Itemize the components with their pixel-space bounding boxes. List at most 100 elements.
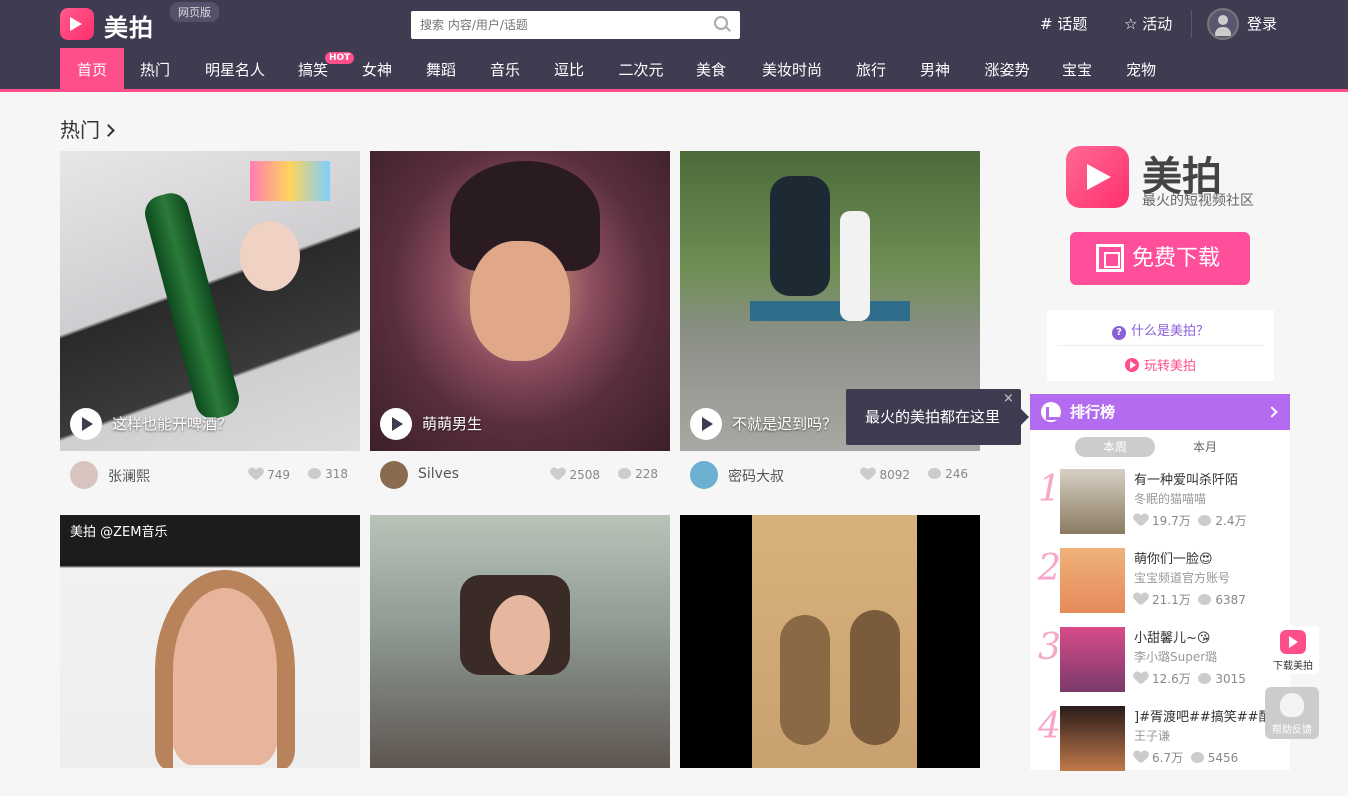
nav-item-hot[interactable]: 热门 xyxy=(132,48,178,92)
nav-item-baby[interactable]: 宝宝 xyxy=(1054,48,1100,92)
rank-stats: 12.6万 3015 xyxy=(1134,670,1246,687)
rank-number: 2 xyxy=(1038,548,1061,589)
nav-item-pets[interactable]: 宠物 xyxy=(1118,48,1164,92)
rank-title[interactable]: ]#胥渡吧##搞笑##配... xyxy=(1134,706,1284,725)
video-caption: 这样也能开啤酒？ xyxy=(112,415,233,433)
rank-thumbnail[interactable] xyxy=(1060,627,1125,692)
search-icon[interactable] xyxy=(714,16,728,30)
login-link[interactable]: 登录 xyxy=(1247,13,1277,34)
video-caption: 不就是迟到吗？ xyxy=(732,415,838,433)
nav-item-knowledge[interactable]: 涨姿势 xyxy=(976,48,1038,92)
what-is-label: 什么是美拍？ xyxy=(1130,324,1209,339)
heart-icon xyxy=(1134,751,1148,763)
avatar[interactable] xyxy=(70,461,98,489)
comment-count[interactable]: 318 xyxy=(308,467,348,481)
nav-item-music[interactable]: 音乐 xyxy=(482,48,528,92)
topic-link[interactable]: # 话题 xyxy=(1040,13,1087,34)
comment-value: 6387 xyxy=(1215,593,1246,607)
comment-icon xyxy=(1198,673,1212,684)
rank-number: 3 xyxy=(1038,627,1061,668)
nav-item-celebrity[interactable]: 明星名人 xyxy=(196,48,274,92)
avatar[interactable] xyxy=(690,461,718,489)
play-icon[interactable] xyxy=(70,408,102,440)
nav-item-male-idol[interactable]: 男神 xyxy=(912,48,958,92)
nav-item-beauty[interactable]: 美妆时尚 xyxy=(754,48,830,92)
rank-title[interactable]: 小甜馨儿~😘 xyxy=(1134,627,1284,646)
comment-icon xyxy=(1198,594,1212,605)
heart-icon xyxy=(861,468,875,480)
comment-count[interactable]: 228 xyxy=(618,467,658,481)
comment-icon xyxy=(1190,752,1204,763)
nav-item-dance[interactable]: 舞蹈 xyxy=(418,48,464,92)
comment-value: 5456 xyxy=(1207,751,1239,765)
sidebar-slogan: 最火的短视频社区 xyxy=(1142,193,1254,209)
nav-item-travel[interactable]: 旅行 xyxy=(848,48,894,92)
activity-link[interactable]: ☆ 活动 xyxy=(1124,13,1172,34)
tab-this-week[interactable]: 本周 xyxy=(1075,437,1155,457)
video-card[interactable]: 萌萌男生 Silves 2508 228 xyxy=(370,151,670,499)
like-value: 19.7万 xyxy=(1152,514,1191,528)
video-card[interactable]: 不就是迟到吗？ 密码大叔 8092 246 xyxy=(680,151,980,499)
ranking-item[interactable]: 4 ]#胥渡吧##搞笑##配... 王子谦 6.7万 5456 xyxy=(1030,706,1290,776)
play-with-link[interactable]: 玩转美拍 xyxy=(1047,355,1274,374)
comment-count[interactable]: 246 xyxy=(928,467,968,481)
user-name[interactable]: 张澜熙 xyxy=(108,466,150,486)
rank-thumbnail[interactable] xyxy=(1060,548,1125,613)
floating-download-button[interactable]: 下载美拍 xyxy=(1267,626,1319,674)
chat-bubble-icon xyxy=(1280,693,1304,717)
rank-user[interactable]: 冬眠的猫喵喵 xyxy=(1134,490,1206,507)
brand-name[interactable]: 美拍 xyxy=(104,8,154,43)
rank-stats: 19.7万 2.4万 xyxy=(1134,512,1246,529)
close-icon[interactable]: × xyxy=(1003,391,1014,406)
video-thumbnail[interactable]: 美拍 @ZEM音乐 xyxy=(60,515,360,768)
rank-user[interactable]: 王子谦 xyxy=(1134,727,1170,744)
rank-user[interactable]: 李小璐Super璐 xyxy=(1134,648,1217,665)
play-icon[interactable] xyxy=(690,408,722,440)
rank-user[interactable]: 宝宝频道官方账号 xyxy=(1134,569,1230,586)
video-thumbnail[interactable]: 这样也能开啤酒？ xyxy=(60,151,360,451)
ranking-item[interactable]: 1 有一种爱叫杀阡陌 冬眠的猫喵喵 19.7万 2.4万 xyxy=(1030,469,1290,539)
cat-shape xyxy=(780,615,830,745)
section-title[interactable]: 热门 xyxy=(60,114,115,143)
rank-title[interactable]: 有一种爱叫杀阡陌 xyxy=(1134,469,1284,488)
user-name[interactable]: Silves xyxy=(418,466,459,482)
what-is-link[interactable]: ? 什么是美拍？ xyxy=(1047,320,1274,340)
person-face-shape xyxy=(470,241,570,361)
nav-item-food[interactable]: 美食 xyxy=(688,48,734,92)
search-input[interactable] xyxy=(411,11,740,39)
rank-thumbnail[interactable] xyxy=(1060,706,1125,771)
nav-item-acg[interactable]: 二次元 xyxy=(612,48,670,92)
meipai-logo-icon[interactable] xyxy=(60,8,94,40)
play-icon[interactable] xyxy=(380,408,412,440)
video-caption: 萌萌男生 xyxy=(422,415,483,433)
like-value: 2508 xyxy=(569,468,600,482)
like-value: 6.7万 xyxy=(1152,751,1184,765)
nav-item-home[interactable]: 首页 xyxy=(60,48,124,92)
rank-thumbnail[interactable] xyxy=(1060,469,1125,534)
avatar[interactable] xyxy=(380,461,408,489)
like-value: 8092 xyxy=(879,468,910,482)
video-card[interactable]: 这样也能开啤酒？ 张澜熙 749 318 xyxy=(60,151,360,499)
nav-item-goddess[interactable]: 女神 xyxy=(354,48,400,92)
floating-download-label: 下载美拍 xyxy=(1273,661,1313,672)
like-count[interactable]: 2508 xyxy=(551,467,600,482)
video-thumbnail[interactable] xyxy=(370,515,670,768)
comment-icon xyxy=(1198,515,1212,526)
comment-icon xyxy=(308,468,322,479)
ranking-item[interactable]: 3 小甜馨儿~😘 李小璐Super璐 12.6万 3015 xyxy=(1030,627,1290,697)
video-thumbnail[interactable] xyxy=(680,515,980,768)
comment-icon xyxy=(618,468,632,479)
ranking-header[interactable]: 排行榜 xyxy=(1030,394,1290,430)
like-count[interactable]: 749 xyxy=(249,467,290,482)
heart-icon xyxy=(551,468,565,480)
like-count[interactable]: 8092 xyxy=(861,467,910,482)
help-feedback-button[interactable]: 帮助反馈 xyxy=(1265,687,1319,739)
video-thumbnail[interactable]: 萌萌男生 xyxy=(370,151,670,451)
ranking-item[interactable]: 2 萌你们一脸😍 宝宝频道官方账号 21.1万 6387 xyxy=(1030,548,1290,618)
free-download-button[interactable]: 免费下载 xyxy=(1070,232,1250,285)
user-name[interactable]: 密码大叔 xyxy=(728,466,784,486)
tab-this-month[interactable]: 本月 xyxy=(1165,437,1245,457)
rank-title[interactable]: 萌你们一脸😍 xyxy=(1134,548,1284,567)
user-avatar-icon[interactable] xyxy=(1207,8,1239,40)
nav-item-doubi[interactable]: 逗比 xyxy=(546,48,592,92)
